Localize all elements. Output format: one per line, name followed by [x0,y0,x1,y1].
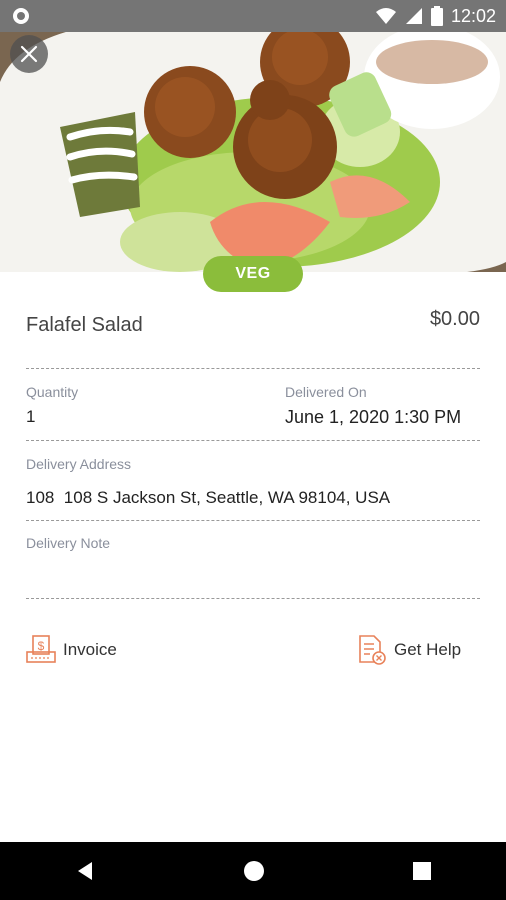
get-help-label: Get Help [394,640,462,659]
divider [26,368,480,369]
delivery-note-label: Delivery Note [26,535,111,551]
get-help-button[interactable]: Get Help [356,634,461,666]
help-document-icon [359,635,386,665]
item-price: $0.00 [429,308,480,330]
dish-photo [0,32,506,272]
delivery-address-value: 108 108 S Jackson St, Seattle, WA 98104,… [26,488,391,507]
veg-badge: VEG [203,256,303,292]
signal-icon [405,8,422,24]
delivered-on-label: Delivered On [285,384,367,400]
delivery-address-label: Delivery Address [26,456,132,472]
item-name: Falafel Salad [26,314,143,336]
delivered-on-value: June 1, 2020 1:30 PM [285,407,462,427]
wifi-icon [375,8,396,24]
divider [26,440,480,441]
quantity-label: Quantity [26,384,79,400]
divider [26,598,480,599]
battery-icon [430,6,443,26]
invoice-icon: $ [26,635,56,663]
home-icon[interactable] [243,860,265,882]
close-button[interactable] [10,35,48,73]
quantity-value: 1 [26,407,36,426]
clock: 12:02 [450,5,496,26]
navigation-bar [0,842,506,900]
recents-icon[interactable] [412,861,432,881]
invoice-label: Invoice [63,640,117,659]
divider [26,520,480,521]
notification-icon [13,8,29,24]
status-bar: 12:02 [0,0,506,32]
close-icon [20,45,38,63]
svg-text:$: $ [38,639,45,653]
back-icon[interactable] [74,860,96,882]
invoice-button[interactable]: $ Invoice [25,634,117,666]
